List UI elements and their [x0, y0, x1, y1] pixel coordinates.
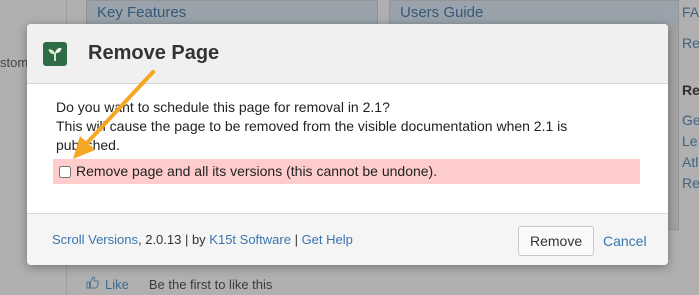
remove-page-dialog: Remove Page Do you want to schedule this… [27, 24, 668, 265]
version-text: , 2.0.13 | by [137, 232, 210, 247]
scroll-versions-link[interactable]: Scroll Versions [52, 232, 138, 247]
remove-all-versions-row[interactable]: Remove page and all its versions (this c… [53, 159, 640, 184]
dialog-header: Remove Page [27, 24, 668, 84]
dialog-body: Do you want to schedule this page for re… [27, 84, 668, 184]
footer-credits: Scroll Versions, 2.0.13 | by K15t Softwa… [52, 232, 353, 247]
cancel-link[interactable]: Cancel [603, 233, 647, 249]
vendor-link[interactable]: K15t Software [209, 232, 291, 247]
dialog-footer: Scroll Versions, 2.0.13 | by K15t Softwa… [27, 213, 668, 265]
leaf-app-icon [43, 41, 67, 66]
footer-separator: | [290, 232, 302, 247]
remove-all-versions-label: Remove page and all its versions (this c… [76, 163, 438, 179]
removal-question: Do you want to schedule this page for re… [56, 99, 390, 115]
remove-all-versions-checkbox[interactable] [59, 165, 71, 178]
remove-button[interactable]: Remove [518, 226, 595, 256]
removal-explanation: This will cause the page to be removed f… [56, 118, 568, 153]
get-help-link[interactable]: Get Help [302, 232, 353, 247]
dialog-title: Remove Page [88, 42, 220, 64]
